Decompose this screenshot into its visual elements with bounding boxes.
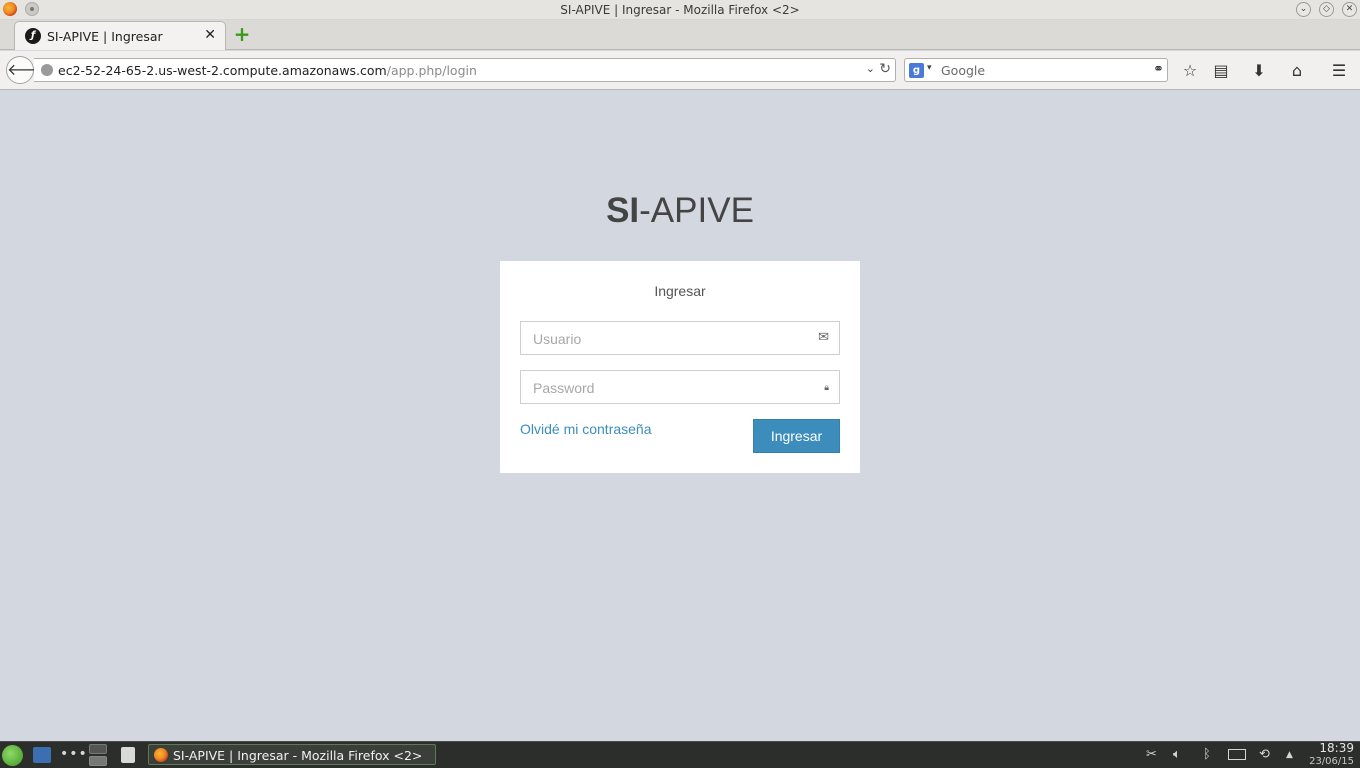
page-content: SI-APIVE Ingresar ✉ 🔒︎ Olvidé mi contras…	[0, 91, 1360, 741]
username-field[interactable]: ✉	[520, 321, 840, 355]
taskbar: ••• SI-APIVE | Ingresar - Mozilla Firefo…	[0, 741, 1360, 768]
network-icon[interactable]: ⟲	[1259, 747, 1270, 762]
app-brand: SI-APIVE	[0, 191, 1360, 231]
search-engine-dropdown-icon[interactable]: ▾	[927, 63, 932, 73]
url-history-dropdown-icon[interactable]: ⌄	[866, 62, 875, 75]
minimize-icon[interactable]: ⌄	[1296, 2, 1311, 17]
login-title: Ingresar	[654, 283, 706, 299]
login-box: Ingresar ✉ 🔒︎ Olvidé mi contraseña Ingre…	[500, 261, 860, 473]
workspace-1-icon[interactable]	[89, 744, 107, 754]
bookmark-star-icon[interactable]: ☆	[1179, 60, 1201, 82]
reload-icon[interactable]: ↻	[879, 61, 891, 77]
clock-time: 18:39	[1319, 741, 1354, 755]
back-arrow-icon[interactable]: 🡐	[6, 56, 50, 84]
downloads-icon[interactable]: ⬇	[1248, 60, 1270, 82]
search-input[interactable]	[941, 61, 1141, 79]
workspace-2-icon[interactable]	[89, 756, 107, 766]
login-button[interactable]: Ingresar	[753, 419, 840, 453]
url-host: ec2-52-24-65-2.us-west-2.compute.amazona…	[58, 63, 387, 78]
lock-icon: 🔒︎	[824, 383, 829, 393]
firefox-task-icon	[154, 748, 168, 762]
maximize-icon[interactable]: ◇	[1319, 2, 1334, 17]
window-titlebar: SI-APIVE | Ingresar - Mozilla Firefox <2…	[0, 0, 1360, 20]
file-manager-icon[interactable]	[121, 747, 135, 763]
window-title: SI-APIVE | Ingresar - Mozilla Firefox <2…	[560, 3, 800, 17]
url-path: /app.php/login	[386, 63, 477, 78]
tray-expand-icon[interactable]: ▲	[1286, 750, 1293, 760]
url-bar[interactable]: ec2-52-24-65-2.us-west-2.compute.amazona…	[34, 58, 896, 82]
binoculars-icon[interactable]: ⚭	[1153, 62, 1164, 77]
taskbar-task-firefox[interactable]: SI-APIVE | Ingresar - Mozilla Firefox <2…	[148, 744, 436, 765]
username-input[interactable]	[533, 330, 803, 348]
hamburger-menu-icon[interactable]: ☰	[1328, 60, 1350, 82]
google-engine-icon[interactable]: g	[909, 63, 924, 78]
home-icon[interactable]: ⌂	[1286, 60, 1308, 82]
symfony-favicon-icon: ƒ	[25, 28, 41, 44]
search-bar[interactable]: g ▾ ⚭	[904, 58, 1168, 82]
bluetooth-icon[interactable]: ᛒ	[1203, 747, 1211, 762]
task-label: SI-APIVE | Ingresar - Mozilla Firefox <2…	[173, 748, 423, 763]
tab-close-icon[interactable]: ✕	[204, 27, 216, 43]
brand-bold: SI	[606, 191, 640, 230]
password-field[interactable]: 🔒︎	[520, 370, 840, 404]
battery-icon[interactable]	[1228, 749, 1246, 760]
close-window-icon[interactable]: ✕	[1342, 2, 1357, 17]
app-launcher-dots-icon[interactable]: •••	[60, 746, 88, 762]
forgot-password-link[interactable]: Olvidé mi contraseña	[520, 421, 652, 437]
bookmarks-list-icon[interactable]: ▤	[1210, 60, 1232, 82]
new-tab-icon[interactable]: +	[233, 24, 251, 44]
navigation-bar: 🡐 ec2-52-24-65-2.us-west-2.compute.amazo…	[0, 51, 1360, 90]
volume-icon[interactable]: 🔈︎	[1173, 747, 1181, 762]
tab-strip: ƒ SI-APIVE | Ingresar ✕ +	[0, 20, 1360, 50]
start-menu-icon[interactable]	[2, 745, 23, 766]
brand-rest: -APIVE	[639, 191, 754, 230]
url-text[interactable]: ec2-52-24-65-2.us-west-2.compute.amazona…	[58, 63, 477, 78]
envelope-icon: ✉	[818, 330, 829, 345]
clock-date: 23/06/15	[1309, 756, 1354, 767]
tab-label: SI-APIVE | Ingresar	[47, 29, 163, 44]
tab-si-apive[interactable]: ƒ SI-APIVE | Ingresar ✕	[14, 21, 226, 50]
show-desktop-icon[interactable]	[33, 747, 51, 763]
password-input[interactable]	[533, 379, 803, 397]
site-identity-icon[interactable]	[41, 64, 53, 76]
clock[interactable]: 18:39 23/06/15	[1309, 742, 1354, 768]
tools-tray-icon[interactable]: ✂	[1146, 747, 1157, 762]
